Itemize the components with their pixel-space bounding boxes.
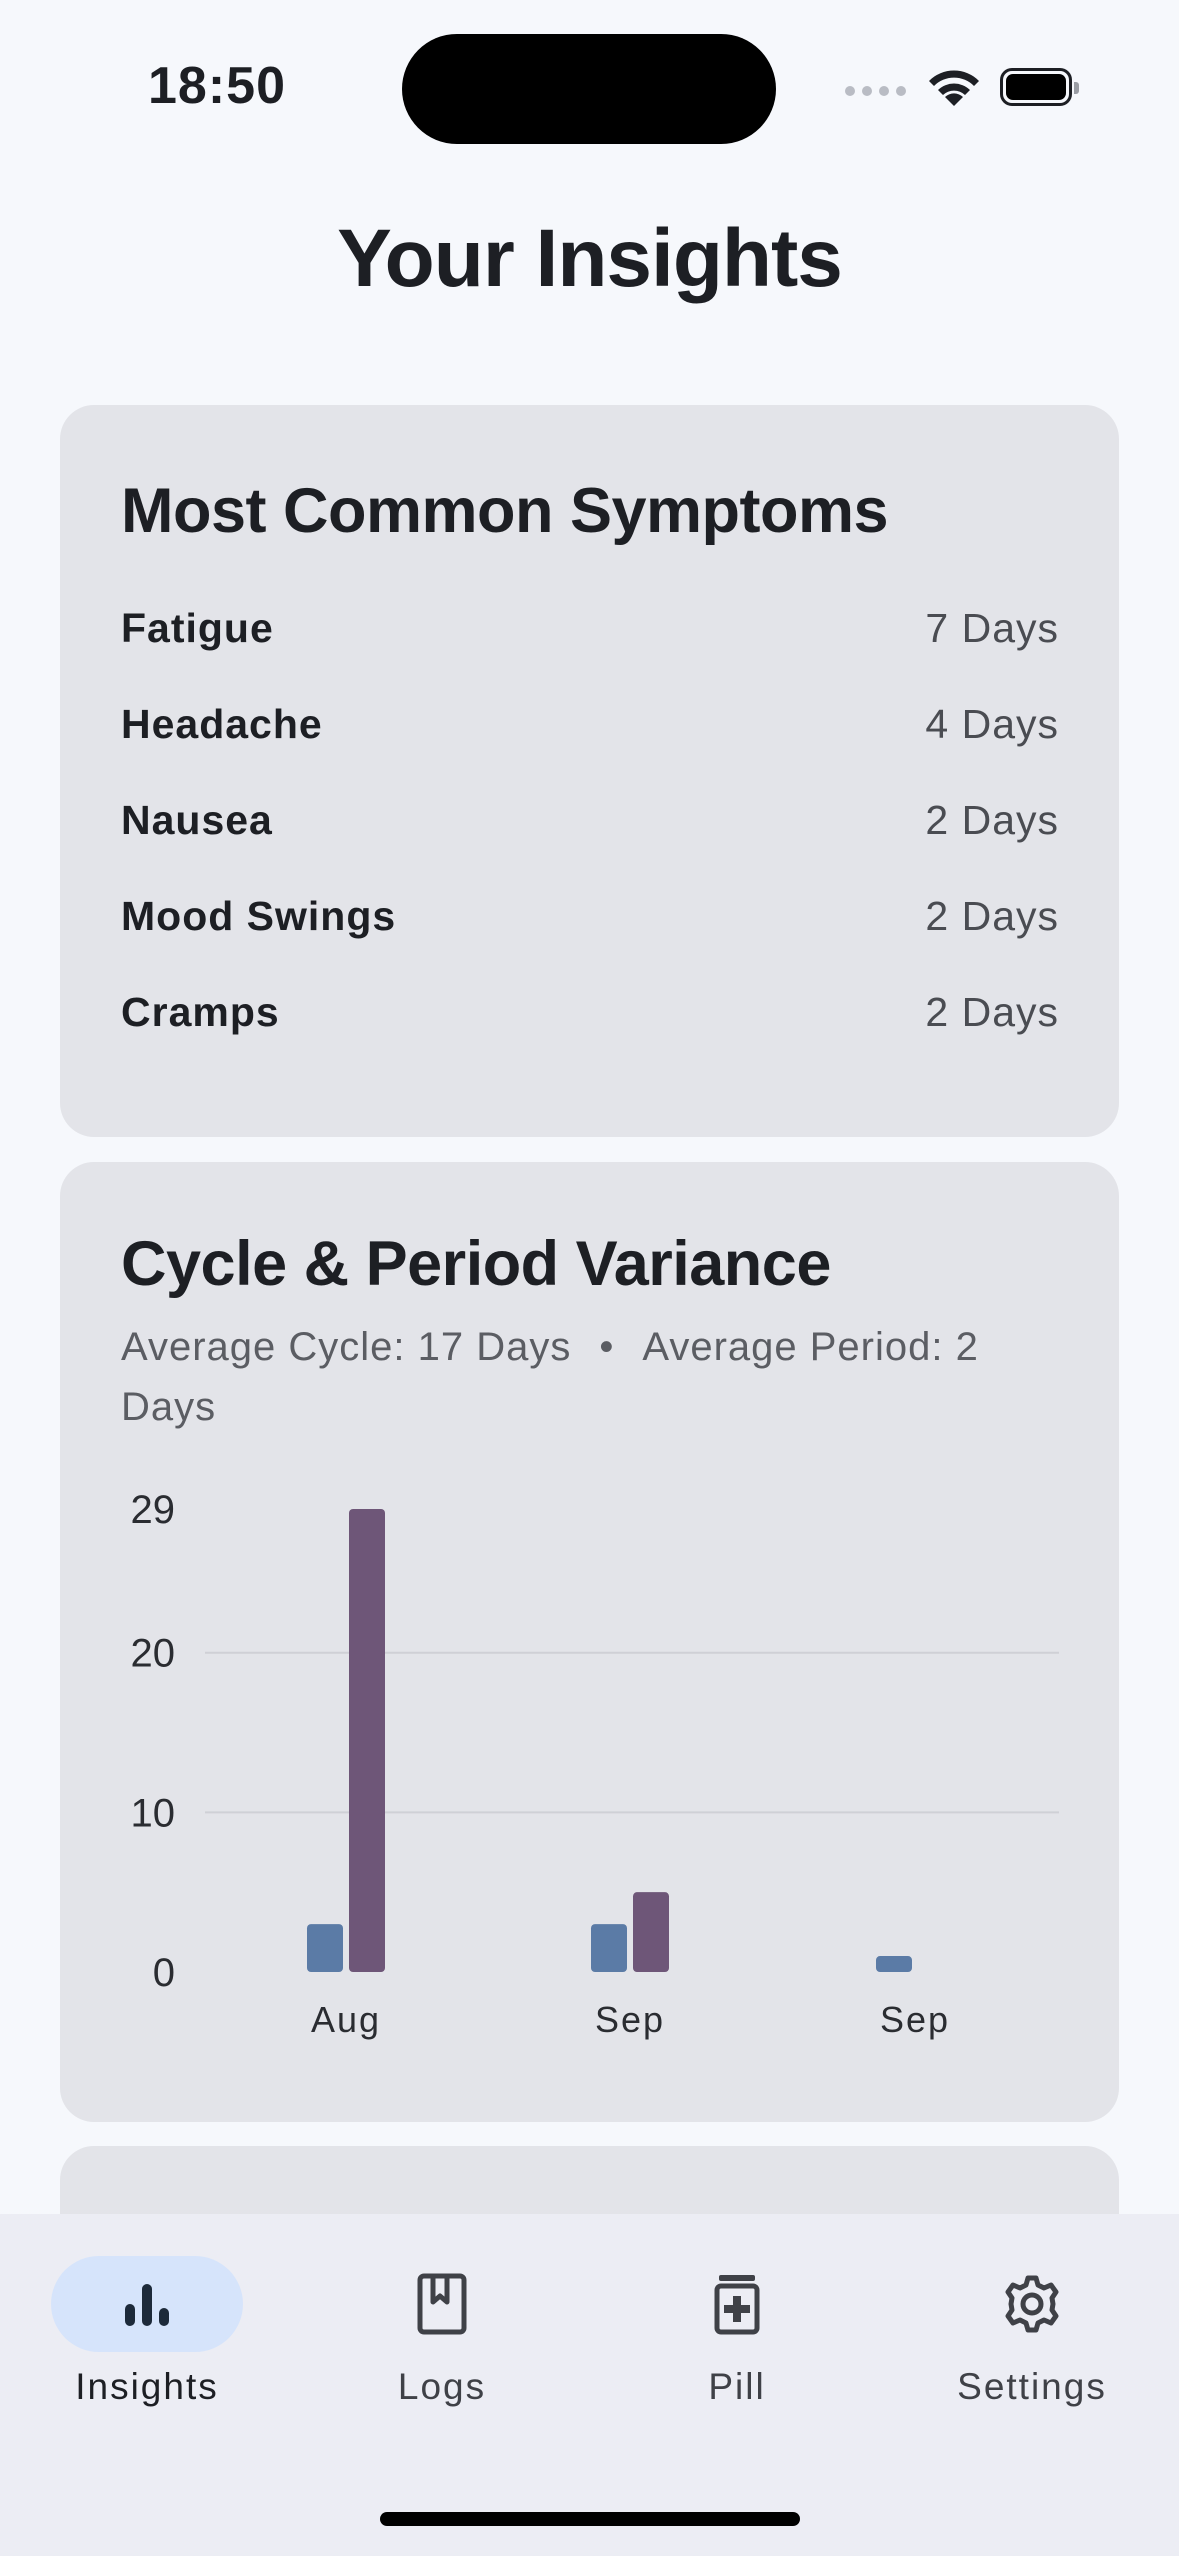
- chart-bar: [633, 1892, 669, 1972]
- symptoms-card-title: Most Common Symptoms: [121, 476, 889, 546]
- tab-label: Pill: [708, 2366, 766, 2407]
- wifi-icon: [929, 70, 979, 106]
- dynamic-island: [402, 34, 776, 144]
- bookmark-book-icon: [417, 2273, 467, 2335]
- x-tick-label: Aug: [311, 1999, 381, 2040]
- active-indicator: [51, 2256, 243, 2352]
- symptom-name: Headache: [121, 700, 323, 747]
- tab-label: Logs: [397, 2366, 487, 2407]
- chart-bar: [591, 1924, 627, 1972]
- home-indicator: [380, 2512, 800, 2526]
- symptom-days: 7 Days: [925, 604, 1059, 651]
- symptom-row: Fatigue 7 Days: [121, 598, 1059, 658]
- chart-bar: [349, 1509, 385, 1972]
- tab-settings[interactable]: Settings: [912, 2256, 1152, 2426]
- y-tick-label: 10: [131, 1791, 176, 1835]
- symptom-name: Nausea: [121, 796, 273, 843]
- symptom-row: Nausea 2 Days: [121, 790, 1059, 850]
- variance-card: Cycle & Period Variance Average Cycle: 1…: [60, 1162, 1119, 2122]
- y-tick-label: 0: [153, 1951, 175, 1995]
- gear-icon: [1005, 2275, 1059, 2333]
- status-time: 18:50: [148, 57, 286, 115]
- symptom-row: Cramps 2 Days: [121, 982, 1059, 1042]
- tab-insights[interactable]: Insights: [27, 2256, 267, 2426]
- x-tick-label: Sep: [880, 1999, 950, 2040]
- chart-bar: [876, 1956, 912, 1972]
- tab-pill[interactable]: Pill: [617, 2256, 857, 2426]
- symptom-name: Mood Swings: [121, 892, 397, 939]
- symptom-days: 2 Days: [925, 988, 1059, 1035]
- symptom-row: Mood Swings 2 Days: [121, 886, 1059, 946]
- symptoms-card: Most Common Symptoms Fatigue 7 Days Head…: [60, 405, 1119, 1137]
- tab-logs[interactable]: Logs: [322, 2256, 562, 2426]
- symptom-name: Cramps: [121, 988, 280, 1035]
- signal-icon: [845, 86, 906, 96]
- bottom-nav: Insights Logs Pill Settings: [0, 2214, 1179, 2556]
- y-tick-label: 20: [131, 1632, 176, 1676]
- bar-chart-icon: [125, 2284, 169, 2326]
- variance-chart: 0 10 20 29 Aug Sep Sep: [131, 1488, 1059, 2040]
- tab-label: Insights: [75, 2366, 219, 2407]
- symptom-days: 2 Days: [925, 892, 1059, 939]
- x-tick-label: Sep: [595, 1999, 665, 2040]
- tab-label: Settings: [957, 2366, 1107, 2407]
- symptom-row: Headache 4 Days: [121, 694, 1059, 754]
- battery-icon: [1000, 68, 1079, 106]
- chart-bar: [307, 1924, 343, 1972]
- status-icons: [845, 66, 1085, 110]
- symptom-days: 2 Days: [925, 796, 1059, 843]
- page-title: Your Insights: [337, 213, 843, 304]
- symptom-name: Fatigue: [121, 604, 274, 651]
- symptom-days: 4 Days: [925, 700, 1059, 747]
- pill-bottle-icon: [714, 2275, 760, 2335]
- y-tick-label: 29: [131, 1488, 176, 1532]
